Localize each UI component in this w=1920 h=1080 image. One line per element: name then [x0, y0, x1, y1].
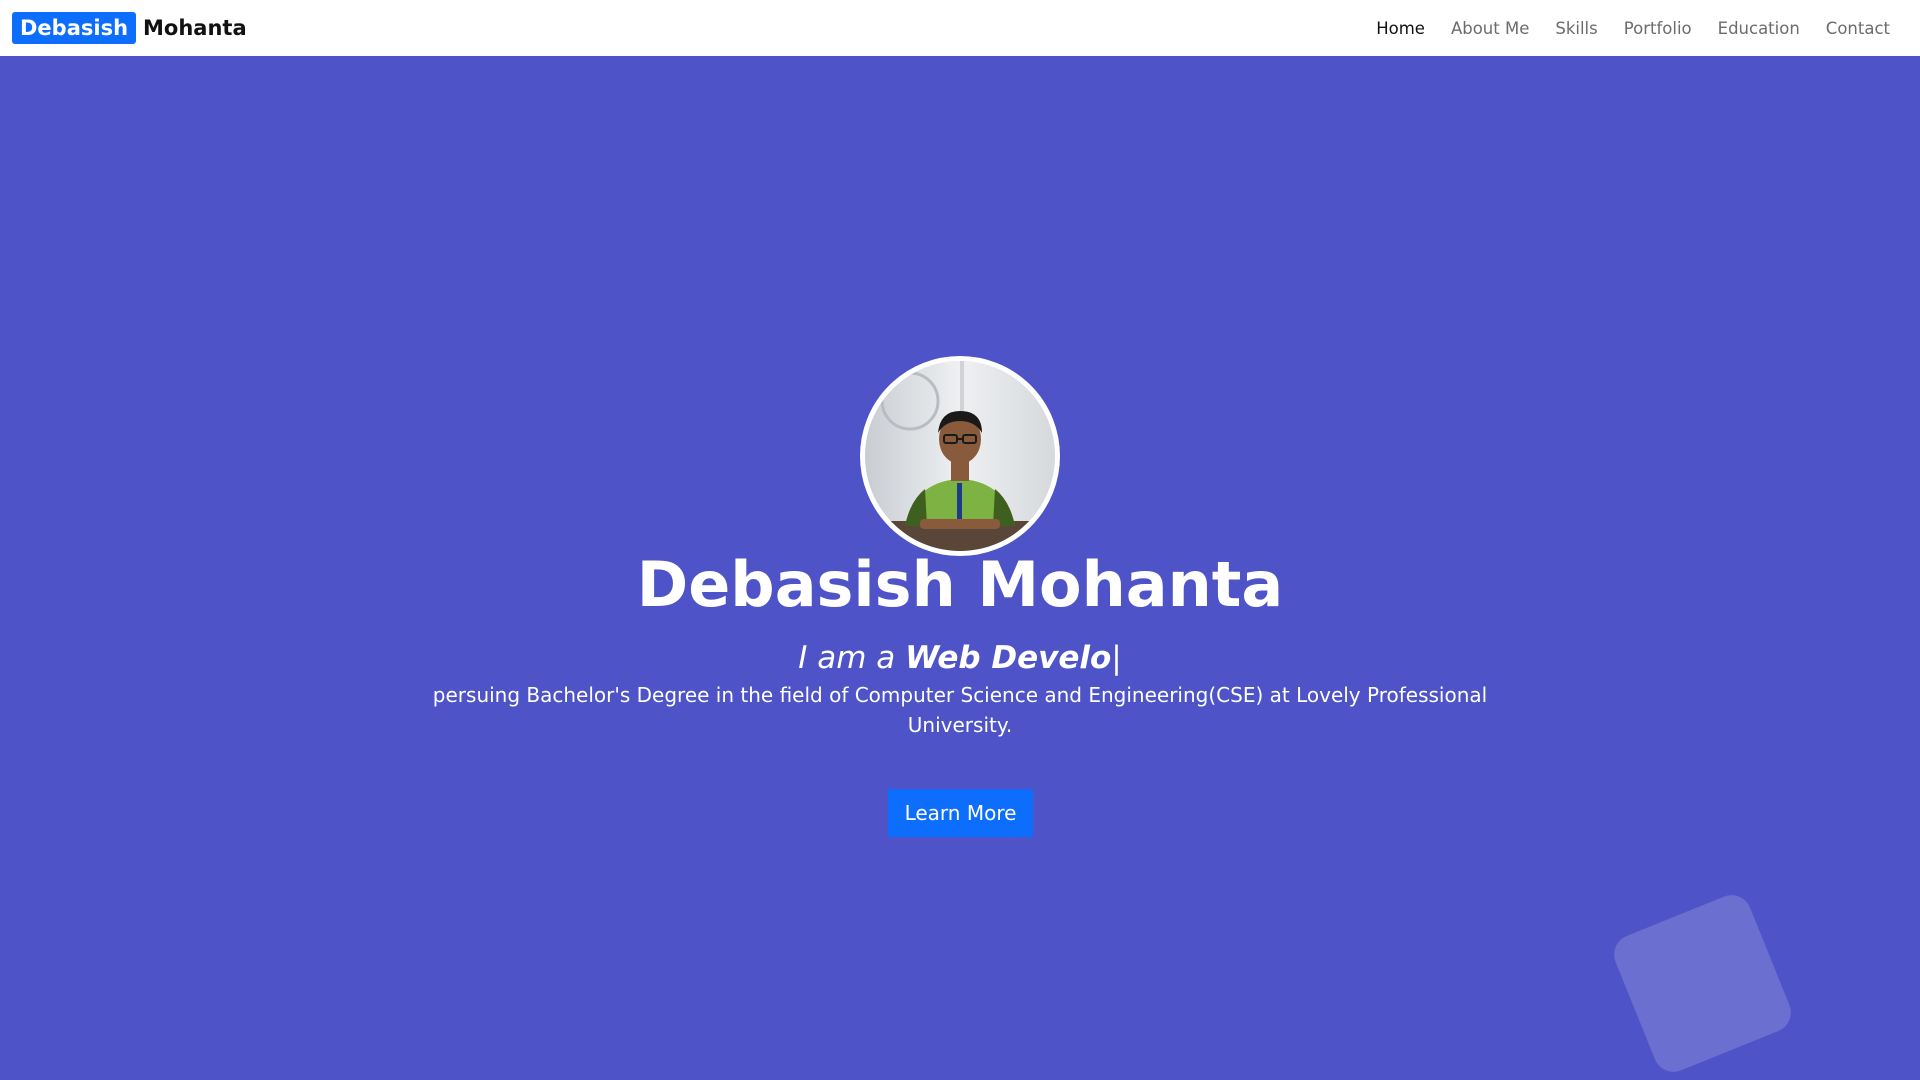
nav-links: Home About Me Skills Portfolio Education… — [1350, 19, 1890, 38]
typed-tagline: I am a Web Develo| — [0, 640, 1920, 676]
brand-logo[interactable]: Debasish Mohanta — [12, 12, 247, 44]
typed-cursor: | — [1111, 640, 1122, 676]
hero-name: Debasish Mohanta — [636, 548, 1284, 621]
nav-item-skills[interactable]: Skills — [1555, 19, 1597, 38]
learn-more-button[interactable]: Learn More — [888, 789, 1033, 837]
typed-text: Web Develo — [905, 640, 1112, 676]
avatar — [860, 356, 1060, 556]
decorative-square — [1608, 889, 1797, 1078]
nav-item-portfolio[interactable]: Portfolio — [1624, 19, 1692, 38]
navbar: Debasish Mohanta Home About Me Skills Po… — [0, 0, 1920, 56]
typed-prefix: I am a — [798, 640, 896, 676]
nav-item-about-me[interactable]: About Me — [1451, 19, 1529, 38]
brand-last-name: Mohanta — [143, 16, 247, 40]
brand-first-name: Debasish — [12, 12, 137, 44]
hero-description: persuing Bachelor's Degree in the field … — [432, 683, 1488, 737]
profile-photo-icon — [865, 361, 1055, 551]
hero-section: Debasish Mohanta I am a Web Develo| pers… — [0, 56, 1920, 1080]
nav-item-education[interactable]: Education — [1718, 19, 1800, 38]
nav-item-home[interactable]: Home — [1376, 19, 1425, 38]
nav-item-contact[interactable]: Contact — [1826, 19, 1890, 38]
